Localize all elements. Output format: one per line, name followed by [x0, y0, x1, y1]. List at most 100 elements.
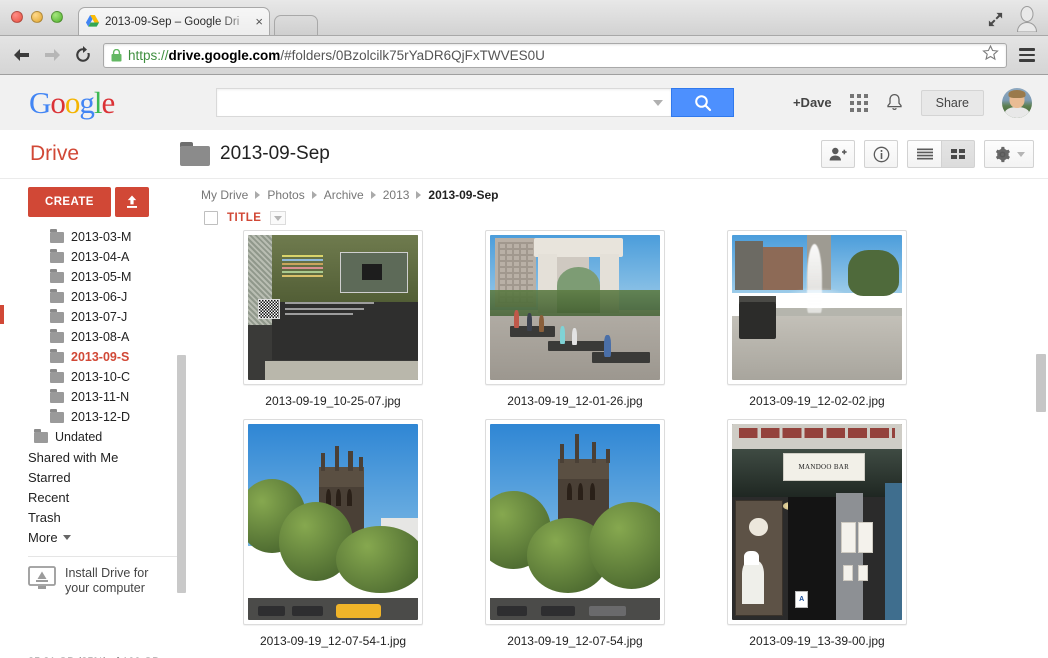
- sort-options-button[interactable]: [270, 211, 287, 225]
- sidebar-folder-item[interactable]: 2013-12-D: [28, 407, 192, 427]
- forward-button[interactable]: [41, 44, 63, 66]
- folder-icon: [180, 142, 210, 166]
- avatar[interactable]: [1002, 87, 1032, 118]
- sidebar-links: Shared with Me Starred Recent Trash More: [16, 447, 192, 547]
- google-logo[interactable]: Google: [29, 87, 181, 118]
- file-card[interactable]: 2013-09-19_12-07-54.jpg: [454, 419, 696, 658]
- back-button[interactable]: [10, 44, 32, 66]
- logo-letter: o: [50, 85, 65, 120]
- file-card[interactable]: 2013-09-19_12-01-26.jpg: [454, 230, 696, 419]
- content-scrollbar[interactable]: [1036, 354, 1046, 412]
- folder-icon: [50, 348, 64, 363]
- file-thumbnail-frame[interactable]: [243, 230, 423, 385]
- file-card[interactable]: 2013-09-19_12-07-54-1.jpg: [212, 419, 454, 658]
- breadcrumb-item-photos[interactable]: Photos: [267, 188, 304, 202]
- sidebar-item-starred[interactable]: Starred: [16, 467, 192, 487]
- details-info-button[interactable]: [864, 140, 898, 168]
- sidebar-item-recent[interactable]: Recent: [16, 487, 192, 507]
- file-grid: 2013-09-19_10-25-07.jpg 2013-09-19_12-01…: [192, 230, 1048, 658]
- fullscreen-icon[interactable]: [987, 11, 1004, 28]
- select-all-checkbox[interactable]: [204, 211, 218, 225]
- notifications-bell-icon[interactable]: [886, 93, 903, 113]
- sidebar-folder-label: 2013-04-A: [71, 250, 130, 264]
- sidebar-folder-item[interactable]: 2013-07-J: [28, 307, 192, 327]
- file-browser: My Drive Photos Archive 2013 2013-09-Sep…: [192, 179, 1048, 658]
- storage-status: 35.81 GB (35%) of 100 GB u… Manage: [28, 654, 180, 658]
- sidebar-item-trash[interactable]: Trash: [16, 507, 192, 527]
- address-bar[interactable]: https://drive.google.com/#folders/0Bzolc…: [103, 42, 1007, 68]
- breadcrumb-separator-icon: [416, 191, 422, 199]
- grid-view-button[interactable]: [941, 140, 975, 168]
- sidebar-folder-item-selected[interactable]: 2013-09-S: [28, 347, 192, 367]
- lock-icon: [111, 48, 122, 61]
- close-window-button[interactable]: [11, 11, 23, 23]
- add-collaborator-button[interactable]: [821, 140, 855, 168]
- google-header: Google +Dave Share: [0, 75, 1048, 130]
- health-grade-card: A: [794, 590, 809, 609]
- plus-profile-link[interactable]: +Dave: [793, 95, 832, 110]
- settings-menu-button[interactable]: [984, 140, 1034, 168]
- folder-icon: [50, 408, 64, 423]
- user-profile-icon[interactable]: [1016, 6, 1038, 32]
- file-thumbnail-frame[interactable]: [485, 419, 665, 625]
- list-view-button[interactable]: [907, 140, 941, 168]
- file-card[interactable]: MANDOO BAR A 2013-09-19_13-39-00.jpg: [696, 419, 938, 658]
- sidebar-folder-item[interactable]: 2013-05-M: [28, 267, 192, 287]
- file-card[interactable]: 2013-09-19_10-25-07.jpg: [212, 230, 454, 419]
- sidebar-folder-item[interactable]: 2013-04-A: [28, 247, 192, 267]
- share-button[interactable]: Share: [920, 89, 984, 116]
- sidebar-folder-label: 2013-08-A: [71, 330, 130, 344]
- new-tab-button[interactable]: [274, 15, 318, 35]
- main-body: CREATE 2013-03-M 2013-04-A 2013-05-M 201…: [0, 179, 1048, 658]
- search-options-caret-icon[interactable]: [653, 99, 663, 106]
- browser-menu-button[interactable]: [1016, 48, 1038, 62]
- close-icon[interactable]: ×: [255, 15, 263, 28]
- view-mode-toggle: [907, 140, 975, 168]
- breadcrumb: My Drive Photos Archive 2013 2013-09-Sep: [192, 179, 1048, 209]
- install-drive-promo[interactable]: Install Drive for your computer: [16, 566, 192, 596]
- bookmark-star-icon[interactable]: [976, 44, 999, 66]
- sidebar-folder-item[interactable]: 2013-06-J: [28, 287, 192, 307]
- file-thumbnail-frame[interactable]: MANDOO BAR A: [727, 419, 907, 625]
- create-button[interactable]: CREATE: [28, 187, 111, 217]
- url-host: drive.google.com: [168, 47, 281, 63]
- minimize-window-button[interactable]: [31, 11, 43, 23]
- file-card[interactable]: 2013-09-19_12-02-02.jpg: [696, 230, 938, 419]
- drive-app-title[interactable]: Drive: [14, 142, 180, 166]
- upload-button[interactable]: [114, 187, 149, 217]
- file-name: 2013-09-19_12-07-54.jpg: [507, 634, 643, 648]
- breadcrumb-item-2013[interactable]: 2013: [383, 188, 410, 202]
- sidebar-folder-item[interactable]: 2013-10-C: [28, 367, 192, 387]
- file-thumbnail-frame[interactable]: [727, 230, 907, 385]
- folder-icon: [50, 328, 64, 343]
- breadcrumb-item-archive[interactable]: Archive: [324, 188, 364, 202]
- chevron-down-icon: [274, 215, 283, 221]
- sidebar-folder-list: 2013-03-M 2013-04-A 2013-05-M 2013-06-J …: [16, 227, 192, 447]
- sidebar-folder-item[interactable]: 2013-11-N: [28, 387, 192, 407]
- reload-button[interactable]: [72, 44, 94, 66]
- browser-tab[interactable]: 2013-09-Sep – Google Dri ×: [78, 7, 270, 35]
- search-button[interactable]: [671, 88, 734, 117]
- search-box[interactable]: [216, 88, 671, 117]
- window-traffic-lights: [11, 11, 63, 23]
- sidebar-scrollbar[interactable]: [177, 355, 186, 593]
- drive-header: Drive 2013-09-Sep: [0, 130, 1048, 179]
- maximize-window-button[interactable]: [51, 11, 63, 23]
- address-bar-url: https://drive.google.com/#folders/0Bzolc…: [128, 48, 545, 63]
- file-thumbnail-frame[interactable]: [485, 230, 665, 385]
- sidebar-folder-item[interactable]: 2013-08-A: [28, 327, 192, 347]
- column-header-title[interactable]: TITLE: [227, 212, 261, 224]
- sidebar-item-more[interactable]: More: [16, 527, 192, 547]
- breadcrumb-item-current: 2013-09-Sep: [428, 188, 499, 202]
- apps-grid-icon[interactable]: [849, 93, 868, 112]
- breadcrumb-item-my-drive[interactable]: My Drive: [201, 188, 248, 202]
- sidebar-item-shared-with-me[interactable]: Shared with Me: [16, 447, 192, 467]
- sidebar-folder-item[interactable]: 2013-03-M: [28, 227, 192, 247]
- sidebar-folder-item-undated[interactable]: Undated: [28, 427, 192, 447]
- file-thumbnail-frame[interactable]: [243, 419, 423, 625]
- sidebar-folder-label: 2013-09-S: [71, 350, 130, 364]
- logo-letter: e: [101, 85, 116, 120]
- upload-icon: [126, 195, 137, 208]
- search-input[interactable]: [225, 95, 649, 110]
- folder-icon: [50, 388, 64, 403]
